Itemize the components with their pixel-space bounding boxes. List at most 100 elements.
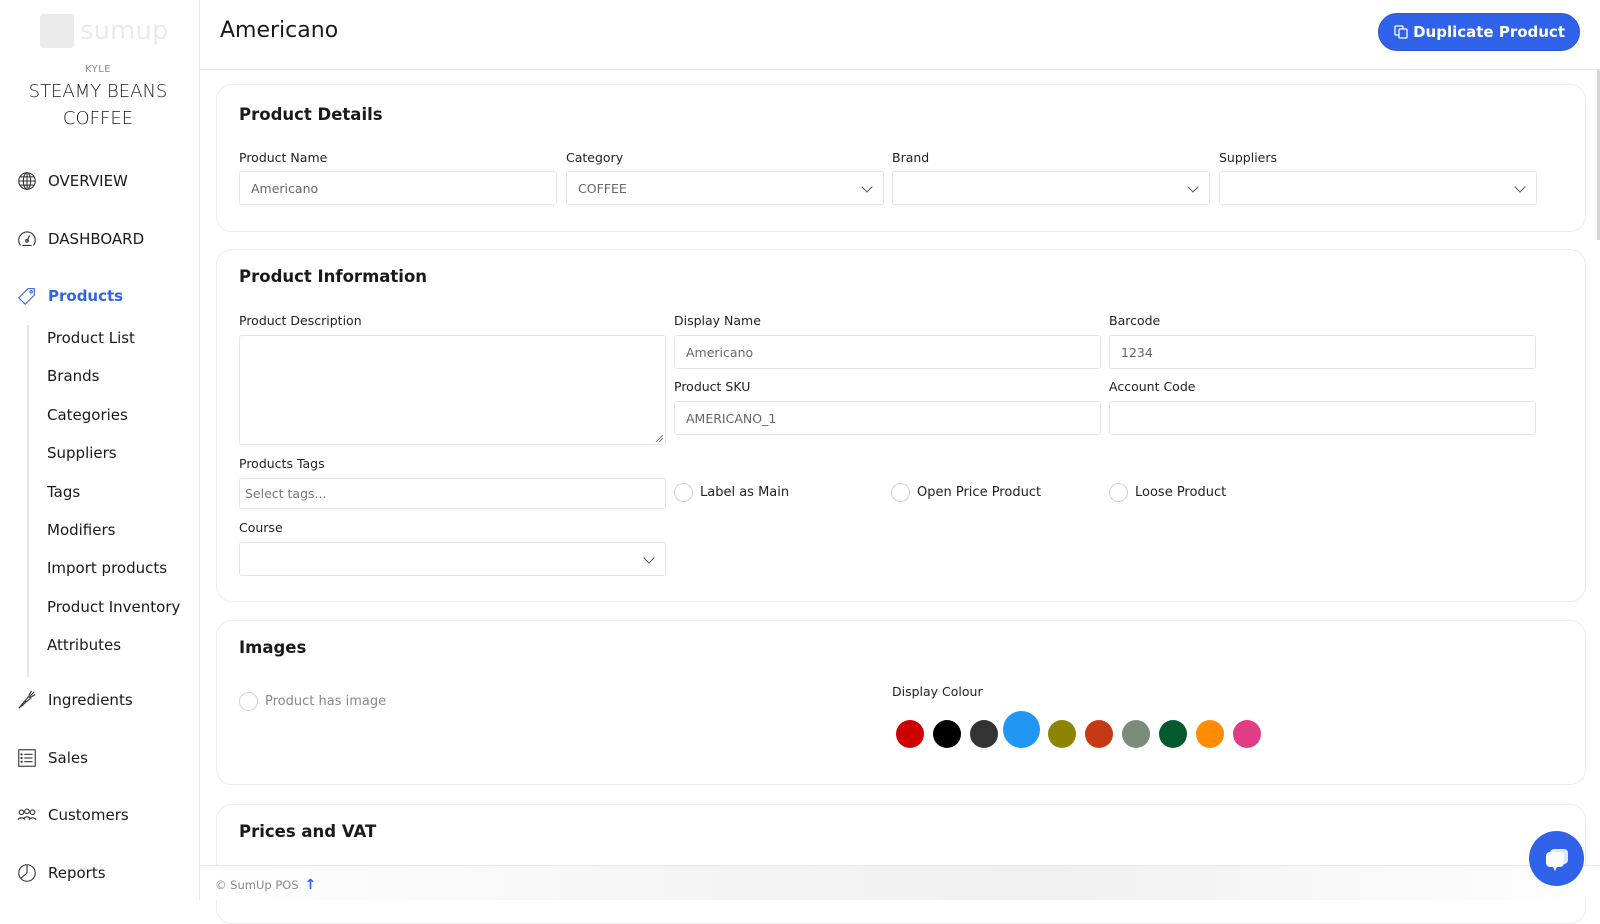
- sidebar-item-label: Customers: [48, 806, 129, 824]
- product-information-card: Product Information Product Description …: [216, 249, 1586, 602]
- colour-swatch[interactable]: [933, 720, 961, 748]
- duplicate-product-label: Duplicate Product: [1413, 23, 1565, 41]
- sidebar-item-products[interactable]: Products: [16, 285, 123, 307]
- card-title: Product Information: [239, 267, 428, 286]
- scroll-top-arrow-icon[interactable]: ↑: [305, 877, 317, 893]
- duplicate-product-button[interactable]: Duplicate Product: [1378, 13, 1580, 51]
- page-title: Americano: [220, 18, 339, 43]
- people-icon: [17, 808, 37, 820]
- colour-swatch[interactable]: [1048, 720, 1076, 748]
- card-title: Product Details: [239, 105, 383, 124]
- resize-handle-icon[interactable]: [655, 434, 663, 442]
- radio-label: Loose Product: [1135, 485, 1227, 500]
- product-sku-input[interactable]: AMERICANO_1: [674, 401, 1101, 435]
- footer-text: © SumUp POS ↑: [215, 877, 316, 893]
- page-header: Americano Duplicate Product: [201, 0, 1600, 70]
- submenu-item-product-inventory[interactable]: Product Inventory: [47, 598, 180, 616]
- sidebar-item-label: DASHBOARD: [48, 230, 145, 248]
- radio-circle[interactable]: [674, 483, 693, 502]
- submenu-item-tags[interactable]: Tags: [47, 483, 80, 501]
- product-has-image-radio[interactable]: Product has image: [239, 692, 386, 711]
- submenu-item-attributes[interactable]: Attributes: [47, 636, 121, 654]
- sidebar-item-dashboard[interactable]: DASHBOARD: [16, 228, 144, 250]
- pie-chart-icon: [18, 864, 36, 882]
- submenu-item-categories[interactable]: Categories: [47, 406, 128, 424]
- sidebar-item-overview[interactable]: OVERVIEW: [16, 170, 128, 192]
- prices-vat-card: Prices and VAT: [216, 804, 1586, 924]
- globe-icon: [18, 172, 36, 190]
- sidebar-item-label: Ingredients: [48, 691, 133, 709]
- product-description-textarea[interactable]: [239, 335, 666, 445]
- radio-label: Label as Main: [700, 485, 790, 500]
- barcode-label: Barcode: [1109, 313, 1161, 328]
- radio-circle[interactable]: [1109, 483, 1128, 502]
- product-name-input[interactable]: Americano: [239, 171, 557, 205]
- category-label: Category: [566, 150, 624, 165]
- sidebar: sumup KYLE STEAMY BEANS COFFEE OVERVIEW …: [0, 0, 200, 900]
- colour-swatch[interactable]: [1085, 720, 1113, 748]
- copy-icon: [1394, 25, 1408, 39]
- card-title: Images: [239, 638, 307, 657]
- radio-label: Product has image: [265, 694, 387, 709]
- chat-bubble-icon: [1545, 848, 1568, 871]
- course-select[interactable]: [239, 542, 666, 576]
- logo-text: sumup: [80, 16, 169, 46]
- barcode-input[interactable]: 1234: [1109, 335, 1536, 369]
- account-code-input[interactable]: [1109, 401, 1536, 435]
- main-content: Americano Duplicate Product Product Deta…: [201, 0, 1600, 924]
- logo-mark-icon: [40, 14, 74, 48]
- footer: © SumUp POS ↑: [201, 865, 1600, 900]
- speedometer-icon: [18, 231, 36, 246]
- suppliers-select[interactable]: [1219, 171, 1537, 205]
- sidebar-item-customers[interactable]: Customers: [16, 804, 129, 826]
- display-name-label: Display Name: [674, 313, 761, 328]
- category-select[interactable]: COFFEE: [566, 171, 884, 205]
- submenu-item-brands[interactable]: Brands: [47, 367, 100, 385]
- card-title: Prices and VAT: [239, 822, 377, 841]
- store-name: STEAMY BEANS COFFEE: [28, 81, 168, 129]
- chat-button[interactable]: [1529, 831, 1584, 886]
- submenu-item-suppliers[interactable]: Suppliers: [47, 444, 117, 462]
- submenu-item-modifiers[interactable]: Modifiers: [47, 521, 115, 539]
- brand-select[interactable]: [892, 171, 1210, 205]
- sidebar-item-ingredients[interactable]: Ingredients: [16, 689, 133, 711]
- label-as-main-radio[interactable]: Label as Main: [674, 483, 789, 502]
- course-label: Course: [239, 520, 283, 535]
- colour-swatch[interactable]: [1159, 720, 1187, 748]
- sidebar-item-label: Products: [48, 287, 124, 305]
- open-price-product-radio[interactable]: Open Price Product: [891, 483, 1041, 502]
- colour-swatch[interactable]: [896, 720, 924, 748]
- colour-swatch[interactable]: [1122, 720, 1150, 748]
- submenu-item-import-products[interactable]: Import products: [47, 559, 167, 577]
- product-details-card: Product Details Product Name Americano C…: [216, 84, 1586, 232]
- products-tags-label: Products Tags: [239, 456, 325, 471]
- product-description-label: Product Description: [239, 313, 362, 328]
- product-sku-label: Product SKU: [674, 379, 751, 394]
- submenu-rail: [27, 325, 29, 677]
- colour-swatch[interactable]: [970, 720, 998, 748]
- product-name-label: Product Name: [239, 150, 328, 165]
- colour-swatch[interactable]: [1233, 720, 1261, 748]
- radio-circle[interactable]: [891, 483, 910, 502]
- account-code-label: Account Code: [1109, 379, 1196, 394]
- colour-swatch[interactable]: [1196, 720, 1224, 748]
- sidebar-item-label: Reports: [48, 864, 106, 882]
- submenu-item-product-list[interactable]: Product List: [47, 329, 135, 347]
- sumup-logo: sumup: [40, 14, 168, 48]
- sidebar-item-label: Sales: [48, 749, 88, 767]
- radio-label: Open Price Product: [917, 485, 1042, 500]
- sidebar-item-sales[interactable]: Sales: [16, 747, 88, 769]
- colour-swatch[interactable]: [1003, 711, 1040, 748]
- sidebar-item-label: OVERVIEW: [48, 172, 128, 190]
- display-colour-label: Display Colour: [892, 684, 983, 699]
- display-name-input[interactable]: Americano: [674, 335, 1101, 369]
- products-tags-input[interactable]: Select tags...: [239, 478, 666, 509]
- images-card: Images Product has image Display Colour: [216, 620, 1586, 785]
- radio-circle[interactable]: [239, 692, 258, 711]
- user-name: KYLE: [84, 64, 112, 75]
- sidebar-item-reports[interactable]: Reports: [16, 862, 106, 884]
- brand-label: Brand: [892, 150, 930, 165]
- list-icon: [18, 749, 36, 767]
- tag-icon: [17, 288, 35, 306]
- loose-product-radio[interactable]: Loose Product: [1109, 483, 1226, 502]
